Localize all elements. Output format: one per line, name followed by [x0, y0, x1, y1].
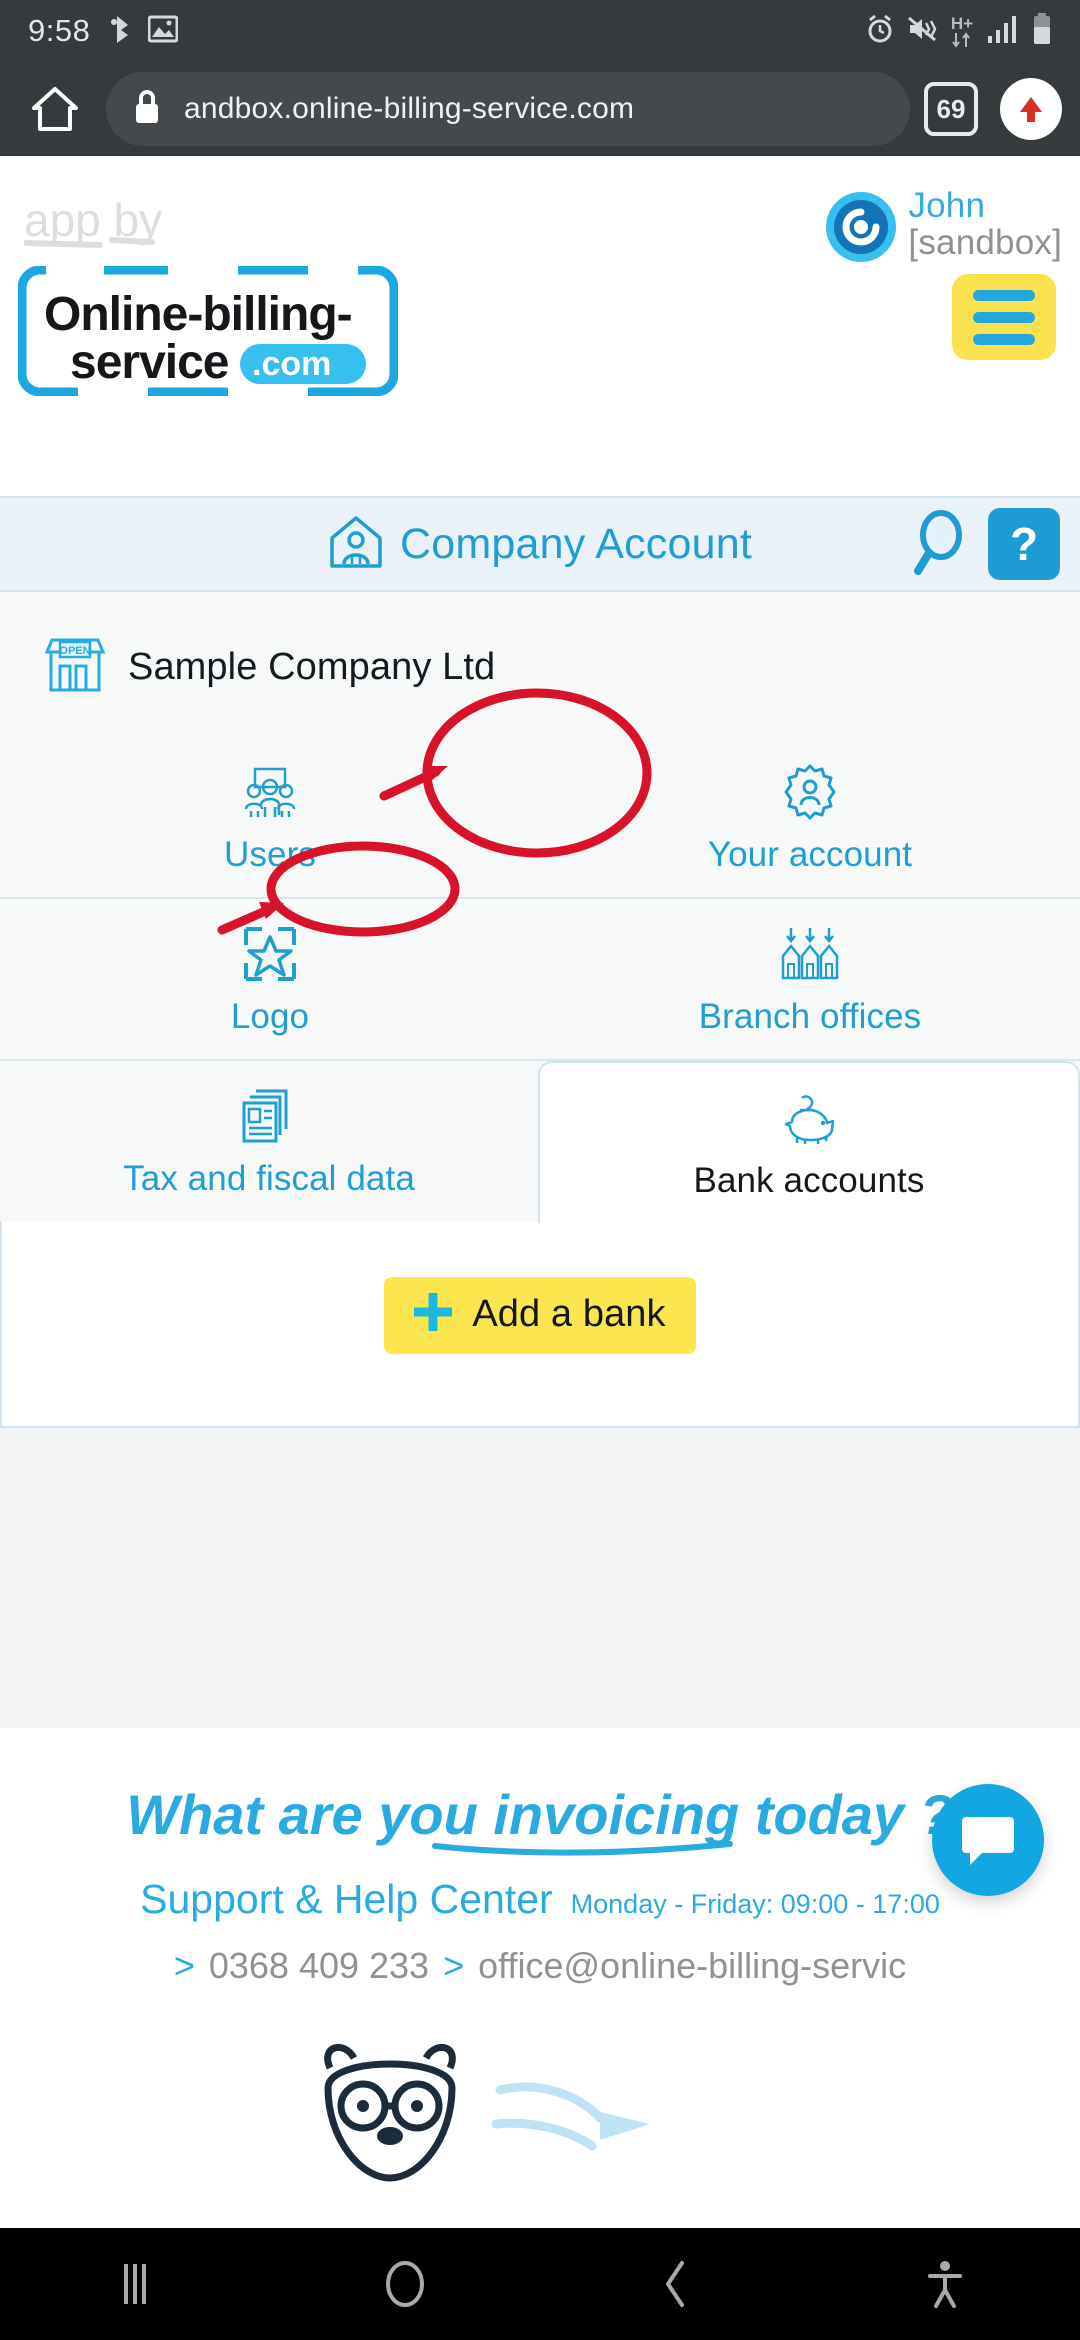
- gear-user-icon: [781, 763, 839, 821]
- support-hours: Monday - Friday: 09:00 - 17:00: [570, 1889, 940, 1919]
- svg-text:Online-billing-: Online-billing-: [44, 288, 352, 341]
- svg-text:app by: app by: [24, 194, 162, 246]
- tile-label: Branch offices: [698, 997, 922, 1036]
- contact-line: > 0368 409 233 > office@online-billing-s…: [0, 1945, 1080, 1987]
- tile-label: Bank accounts: [693, 1161, 925, 1200]
- account-tiles: Users Your account Logo Branch offices T…: [0, 737, 1080, 1223]
- upload-arrow-icon[interactable]: [1000, 78, 1062, 140]
- lock-icon: [132, 88, 162, 131]
- piggy-bank-icon: [780, 1089, 838, 1147]
- tab-counter-button[interactable]: 69: [924, 82, 978, 136]
- bank-accounts-panel: Add a bank: [0, 1221, 1080, 1428]
- add-a-bank-label: Add a bank: [472, 1293, 666, 1335]
- tile-logo[interactable]: Logo: [0, 899, 540, 1059]
- hamburger-menu-icon[interactable]: [952, 274, 1056, 360]
- svg-text:.com: .com: [252, 345, 331, 383]
- recents-icon[interactable]: [0, 2260, 270, 2308]
- status-clock: 9:58: [28, 13, 91, 48]
- app-by-label: app by: [24, 190, 214, 260]
- tab-count-label: 69: [936, 93, 966, 124]
- tile-row: Logo Branch offices: [0, 899, 1080, 1061]
- image-icon: [147, 15, 179, 48]
- user-info[interactable]: John [sandbox]: [826, 186, 1062, 262]
- search-icon[interactable]: [910, 509, 970, 580]
- tile-branch-offices[interactable]: Branch offices: [540, 899, 1080, 1059]
- help-button[interactable]: ?: [988, 508, 1060, 580]
- signal-bars-icon: [987, 14, 1019, 49]
- tile-users[interactable]: Users: [0, 737, 540, 897]
- accessibility-icon[interactable]: [810, 2258, 1080, 2310]
- phone-screenshot: 9:58 H+ andbox.online-billing-service.co…: [0, 0, 1080, 2340]
- hplus-data-icon: H+: [950, 15, 974, 48]
- site-header: app by John [sandbox] Online-billing- se…: [0, 156, 1080, 496]
- support-title[interactable]: Support & Help Center: [140, 1876, 553, 1923]
- company-name: Sample Company Ltd: [128, 646, 496, 688]
- home-circle-icon[interactable]: [270, 2258, 540, 2310]
- logo-star-icon: [242, 925, 298, 983]
- footer-headline: What are you invoicing today ?: [0, 1776, 1080, 1860]
- company-account-icon: [328, 514, 384, 575]
- user-name: John: [908, 186, 986, 225]
- branch-offices-icon: [779, 925, 841, 983]
- tile-tax-and-fiscal-data[interactable]: Tax and fiscal data: [0, 1061, 538, 1221]
- site-logo[interactable]: Online-billing- service .com: [17, 265, 399, 401]
- site-footer: What are you invoicing today ? Support &…: [0, 1728, 1080, 2188]
- support-phone[interactable]: 0368 409 233: [209, 1945, 429, 1987]
- svg-text:OPEN: OPEN: [59, 645, 90, 657]
- url-bar[interactable]: andbox.online-billing-service.com: [106, 72, 910, 146]
- spiral-avatar-icon: [826, 192, 897, 262]
- support-line: Support & Help Center Monday - Friday: 0…: [0, 1876, 1080, 1923]
- url-text: andbox.online-billing-service.com: [184, 92, 635, 125]
- tile-label: Users: [224, 835, 316, 874]
- web-page: app by John [sandbox] Online-billing- se…: [0, 156, 1080, 2228]
- tile-bank-accounts[interactable]: Bank accounts: [538, 1061, 1080, 1223]
- chevron-icon: >: [443, 1945, 465, 1986]
- back-chevron-icon[interactable]: [540, 2258, 810, 2310]
- tile-label: Your account: [707, 835, 913, 874]
- bluetooth-audio-icon: [108, 14, 134, 49]
- battery-icon: [1032, 12, 1052, 50]
- user-environment: [sandbox]: [908, 222, 1062, 262]
- android-nav-bar: [0, 2228, 1080, 2340]
- svg-text:service: service: [70, 336, 229, 389]
- add-a-bank-button[interactable]: Add a bank: [384, 1277, 696, 1354]
- plus-icon: [410, 1289, 456, 1340]
- shop-open-icon: OPEN: [44, 636, 106, 699]
- tax-document-icon: [240, 1087, 298, 1145]
- support-email[interactable]: office@online-billing-servic: [478, 1945, 906, 1987]
- alarm-icon: [866, 14, 894, 49]
- page-title-bar: Company Account ?: [0, 496, 1080, 592]
- tile-label: Logo: [230, 997, 310, 1036]
- chevron-icon: >: [173, 1945, 195, 1986]
- svg-text:What are you invoicing today ?: What are you invoicing today ?: [130, 1783, 950, 1846]
- page-title: Company Account: [400, 519, 752, 568]
- mute-vibrate-icon: [907, 15, 937, 48]
- tile-label: Tax and fiscal data: [123, 1159, 415, 1198]
- content-spacer: [0, 1428, 1080, 1728]
- tile-your-account[interactable]: Your account: [540, 737, 1080, 897]
- bear-mascot-icon: [300, 2028, 780, 2188]
- tile-row: Tax and fiscal data Bank accounts: [0, 1061, 1080, 1223]
- chat-bubble-icon[interactable]: [932, 1784, 1044, 1896]
- network-type-label: H+: [950, 13, 974, 33]
- page-content: OPEN Sample Company Ltd Users Your accou…: [0, 592, 1080, 1728]
- browser-toolbar: andbox.online-billing-service.com 69: [0, 62, 1080, 156]
- users-group-icon: [241, 763, 299, 821]
- tile-row: Users Your account: [0, 737, 1080, 899]
- company-row: OPEN Sample Company Ltd: [0, 592, 1080, 737]
- home-icon[interactable]: [18, 72, 92, 146]
- android-status-bar: 9:58 H+: [0, 0, 1080, 62]
